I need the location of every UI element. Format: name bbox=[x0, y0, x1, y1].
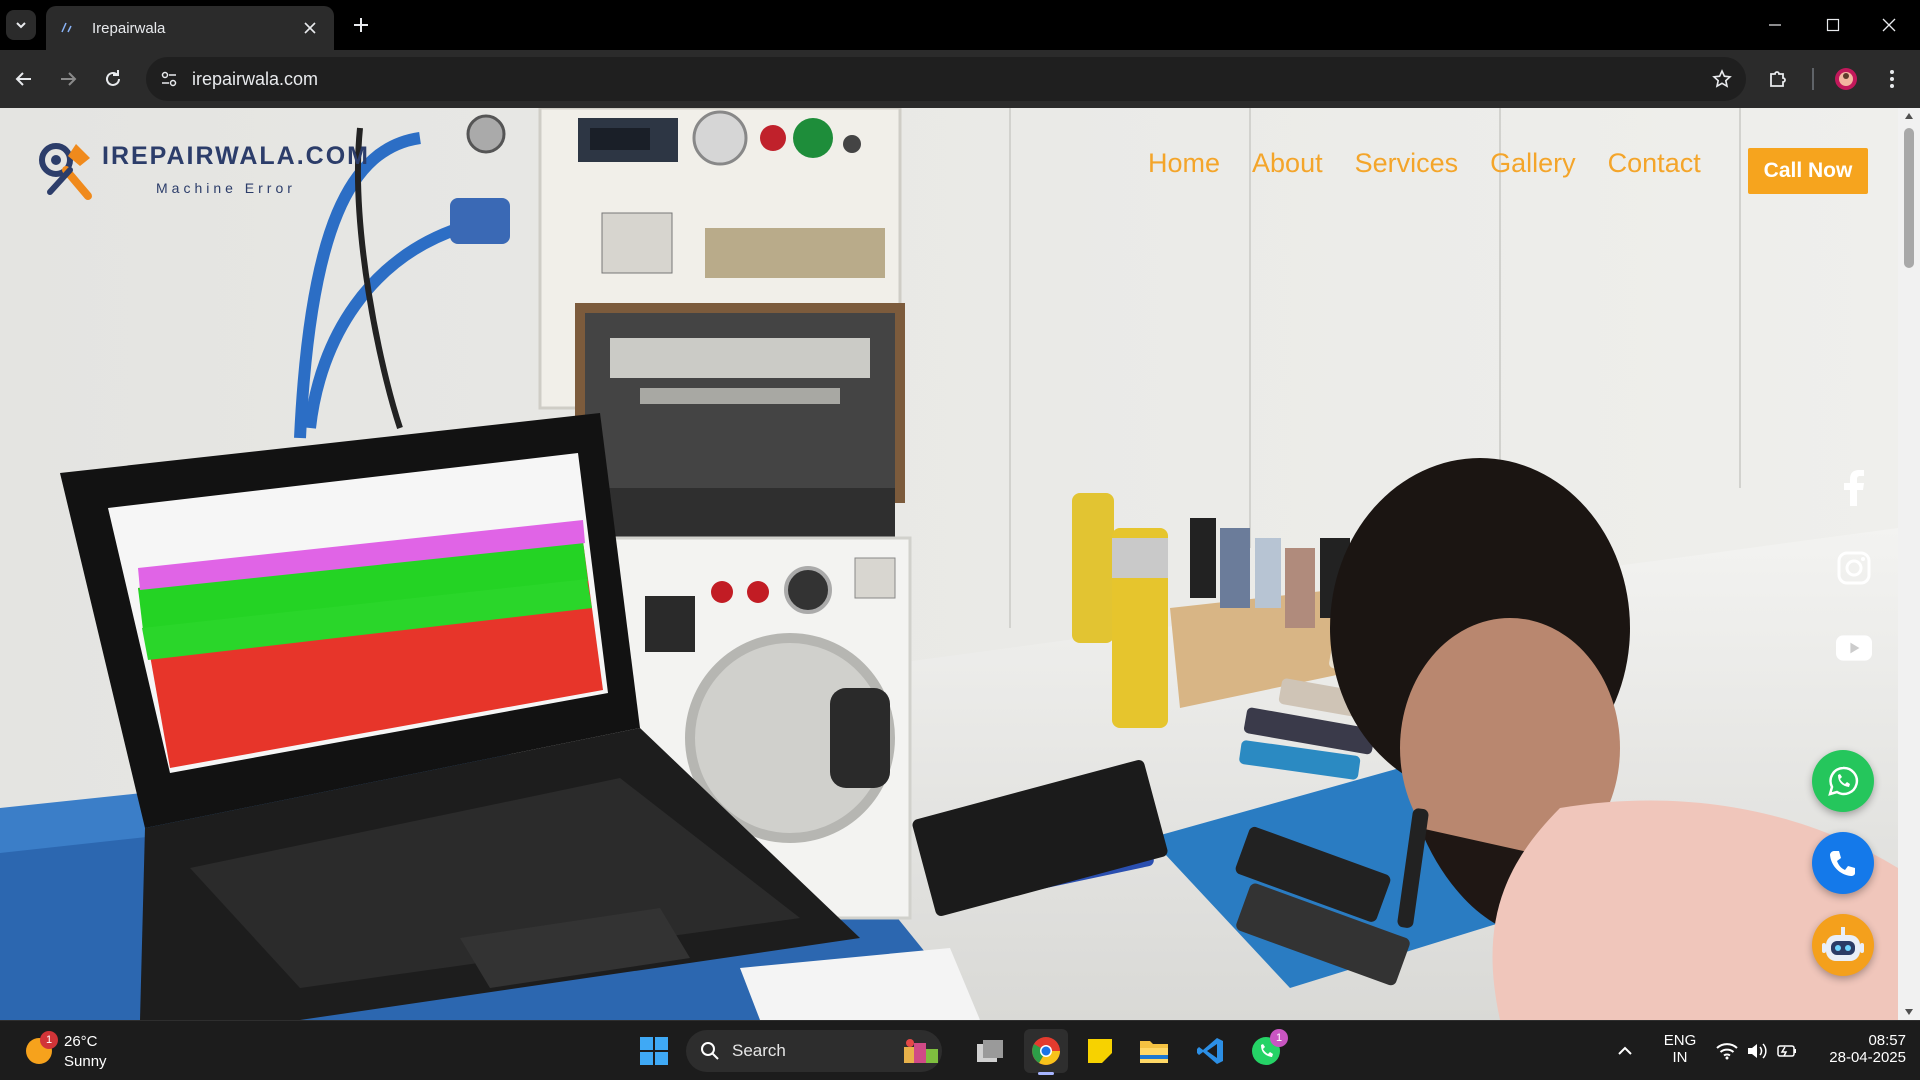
windows-taskbar: 1 26°C Sunny Search 1 ENG IN 08:57 28-04… bbox=[0, 1020, 1920, 1080]
chatbot-button[interactable] bbox=[1812, 914, 1874, 976]
sticky-notes-icon[interactable] bbox=[1078, 1029, 1122, 1073]
clock-time: 08:57 bbox=[1868, 1032, 1906, 1049]
taskbar-chrome-icon[interactable] bbox=[1024, 1029, 1068, 1075]
weather-badge: 1 bbox=[40, 1031, 58, 1049]
close-tab-icon[interactable] bbox=[300, 18, 320, 38]
scrollbar-thumb[interactable] bbox=[1904, 128, 1914, 268]
whatsapp-icon bbox=[1828, 766, 1859, 796]
language-indicator[interactable]: ENG IN bbox=[1660, 1032, 1700, 1066]
minimize-icon[interactable] bbox=[1752, 8, 1798, 42]
weather-condition: Sunny bbox=[64, 1053, 107, 1070]
vscode-icon[interactable] bbox=[1188, 1029, 1232, 1073]
weather-temp: 26°C bbox=[64, 1033, 98, 1050]
profile-avatar[interactable] bbox=[1830, 63, 1862, 95]
page-viewport: IREPAIRWALA.COM Machine Error Home About… bbox=[0, 108, 1920, 1020]
site-logo[interactable]: IREPAIRWALA.COM Machine Error bbox=[36, 130, 368, 210]
nav-contact[interactable]: Contact bbox=[1608, 148, 1701, 179]
scroll-down-arrow-icon[interactable] bbox=[1904, 1008, 1914, 1016]
logo-wordmark: IREPAIRWALA.COM bbox=[102, 142, 370, 170]
wifi-icon[interactable] bbox=[1712, 1029, 1742, 1073]
forward-arrow-icon[interactable] bbox=[52, 63, 84, 95]
bookmark-star-icon[interactable] bbox=[1708, 65, 1736, 93]
taskbar-search[interactable]: Search bbox=[686, 1030, 942, 1072]
language-line2: IN bbox=[1672, 1049, 1688, 1066]
new-tab-icon[interactable] bbox=[348, 12, 374, 38]
task-view-icon[interactable] bbox=[968, 1029, 1012, 1073]
site-nav: Home About Services Gallery Contact bbox=[1148, 148, 1701, 179]
facebook-icon[interactable] bbox=[1836, 470, 1872, 506]
phone-call-button[interactable] bbox=[1812, 832, 1874, 894]
nav-services[interactable]: Services bbox=[1355, 148, 1459, 179]
file-explorer-icon[interactable] bbox=[1132, 1029, 1176, 1073]
more-menu-icon[interactable] bbox=[1876, 63, 1908, 95]
youtube-icon[interactable] bbox=[1836, 630, 1872, 666]
browser-tab-bar: Irepairwala bbox=[0, 0, 1920, 50]
site-info-icon[interactable] bbox=[154, 64, 184, 94]
page-scrollbar[interactable] bbox=[1898, 108, 1920, 1020]
browser-tab[interactable]: Irepairwala bbox=[46, 6, 334, 50]
search-icon bbox=[701, 1042, 719, 1060]
close-window-icon[interactable] bbox=[1866, 8, 1912, 42]
weather-widget[interactable]: 1 26°C Sunny bbox=[24, 1029, 184, 1075]
extensions-puzzle-icon[interactable] bbox=[1762, 63, 1794, 95]
nav-gallery[interactable]: Gallery bbox=[1490, 148, 1576, 179]
active-app-indicator bbox=[1038, 1072, 1054, 1075]
search-label: Search bbox=[732, 1041, 786, 1060]
instagram-icon[interactable] bbox=[1836, 550, 1872, 586]
wrench-gear-logo-icon bbox=[39, 143, 92, 200]
volume-icon[interactable] bbox=[1742, 1029, 1772, 1073]
toolbar-divider bbox=[1812, 68, 1814, 90]
language-line1: ENG bbox=[1663, 1032, 1697, 1049]
workshop-photo bbox=[0, 108, 1898, 1020]
nav-home[interactable]: Home bbox=[1148, 148, 1220, 179]
show-hidden-icons-chevron-icon[interactable] bbox=[1610, 1029, 1640, 1073]
robot-icon bbox=[1822, 927, 1864, 961]
scroll-up-arrow-icon[interactable] bbox=[1904, 112, 1914, 120]
windows-start-icon[interactable] bbox=[632, 1029, 676, 1073]
back-arrow-icon[interactable] bbox=[8, 63, 40, 95]
whatsapp-badge: 1 bbox=[1270, 1029, 1288, 1047]
hero-background-photo: IREPAIRWALA.COM Machine Error Home About… bbox=[0, 108, 1898, 1020]
site-favicon-icon bbox=[58, 19, 76, 37]
clock-date: 28-04-2025 bbox=[1829, 1049, 1906, 1066]
whatsapp-button[interactable] bbox=[1812, 750, 1874, 812]
chevron-down-icon bbox=[16, 22, 26, 29]
whatsapp-app-icon[interactable]: 1 bbox=[1244, 1029, 1288, 1073]
logo-tagline: Machine Error bbox=[156, 180, 296, 196]
call-now-button[interactable]: Call Now bbox=[1748, 148, 1868, 194]
search-highlight-icon bbox=[904, 1039, 938, 1063]
browser-toolbar: irepairwala.com bbox=[0, 50, 1920, 108]
battery-icon[interactable] bbox=[1772, 1029, 1802, 1073]
reload-icon[interactable] bbox=[97, 63, 129, 95]
phone-icon bbox=[1830, 851, 1855, 876]
system-clock[interactable]: 08:57 28-04-2025 bbox=[1812, 1032, 1906, 1066]
nav-about[interactable]: About bbox=[1252, 148, 1323, 179]
tab-title: Irepairwala bbox=[92, 19, 166, 37]
address-bar[interactable]: irepairwala.com bbox=[146, 57, 1746, 101]
maximize-icon[interactable] bbox=[1810, 8, 1856, 42]
tab-search-button[interactable] bbox=[6, 10, 36, 40]
url-text: irepairwala.com bbox=[192, 69, 319, 89]
